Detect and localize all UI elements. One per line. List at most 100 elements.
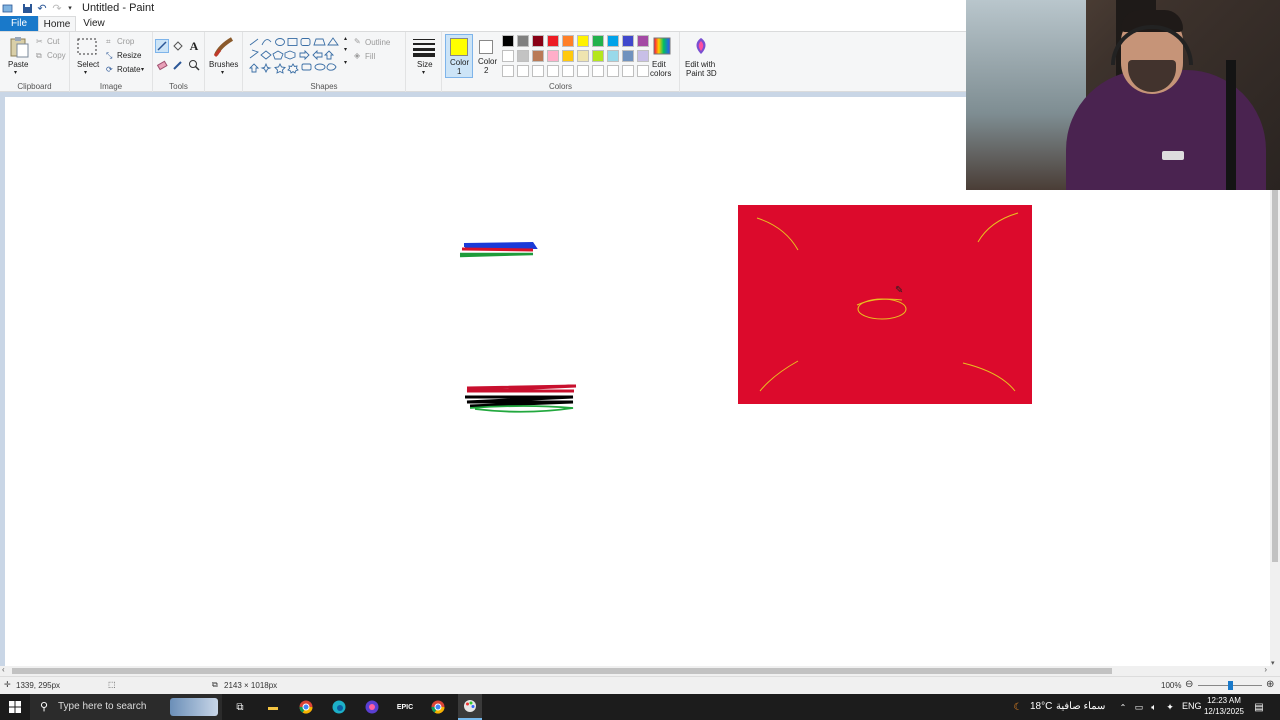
zoom-in-icon[interactable]: ⊕ [1266, 679, 1274, 690]
palette-swatch[interactable] [562, 50, 574, 62]
palette-swatch[interactable] [577, 50, 589, 62]
edit-colors-icon[interactable] [653, 36, 671, 56]
outline-button[interactable]: Outline [365, 38, 390, 47]
fill-button[interactable]: Fill [365, 52, 375, 61]
palette-swatch[interactable] [637, 35, 649, 47]
connectivity-icon[interactable]: ✦ [1161, 698, 1179, 716]
zoom-slider[interactable] [1198, 681, 1262, 690]
custom-color-slot[interactable] [577, 65, 589, 77]
tab-home[interactable]: Home [38, 16, 76, 31]
palette-swatch[interactable] [517, 50, 529, 62]
shapes-scroll-up-icon[interactable]: ▴ [344, 35, 347, 42]
color2-button[interactable]: Color 2 [475, 34, 499, 78]
edit-colors-label-2[interactable]: colors [650, 69, 671, 78]
copy-button[interactable]: Copy [47, 51, 66, 60]
windows-start-icon[interactable] [6, 698, 24, 716]
notifications-icon[interactable]: ▤ [1250, 698, 1268, 716]
horizontal-scroll-thumb[interactable] [12, 668, 1112, 674]
taskbar-search-box[interactable]: ⚲ Type here to search [30, 694, 222, 720]
palette-swatch[interactable] [592, 50, 604, 62]
paint-app-icon[interactable] [0, 1, 14, 15]
app-icon[interactable] [363, 698, 381, 716]
clock-date[interactable]: 12/13/2025 [1203, 707, 1245, 716]
magnifier-icon[interactable] [187, 58, 201, 72]
color-picker-icon[interactable] [171, 58, 185, 72]
horizontal-scrollbar[interactable]: ‹ › [0, 665, 1270, 676]
weather-temperature[interactable]: 18°C [1030, 701, 1052, 712]
paste-dropdown-icon[interactable]: ▾ [14, 69, 17, 76]
custom-color-slot[interactable] [622, 65, 634, 77]
palette-swatch[interactable] [622, 35, 634, 47]
shapes-more-icon[interactable]: ▾ [344, 59, 347, 66]
custom-color-slot[interactable] [547, 65, 559, 77]
custom-color-slot[interactable] [607, 65, 619, 77]
palette-swatch[interactable] [532, 35, 544, 47]
shapes-gallery[interactable] [247, 36, 347, 76]
redo-icon[interactable]: ↷ [50, 1, 64, 15]
paint-taskbar-icon[interactable] [458, 694, 482, 720]
select-icon[interactable] [76, 36, 98, 58]
palette-swatch[interactable] [562, 35, 574, 47]
chrome-icon[interactable] [297, 698, 315, 716]
palette-swatch[interactable] [502, 35, 514, 47]
palette-swatch[interactable] [592, 35, 604, 47]
resize-button[interactable]: Resize [117, 51, 141, 60]
brushes-icon[interactable] [211, 35, 237, 59]
edit-colors-label-1[interactable]: Edit [652, 60, 666, 69]
size-dropdown-icon[interactable]: ▾ [422, 69, 425, 76]
epic-games-icon[interactable]: EPIC [396, 698, 414, 716]
select-dropdown-icon[interactable]: ▾ [84, 69, 87, 76]
palette-swatch[interactable] [637, 50, 649, 62]
brushes-button[interactable]: Brushes [209, 60, 238, 69]
zoom-out-icon[interactable]: ⊖ [1185, 679, 1193, 690]
edit-paint3d-label-2[interactable]: Paint 3D [686, 69, 717, 78]
custom-color-slot[interactable] [532, 65, 544, 77]
rotate-button[interactable]: Rotate [117, 65, 141, 74]
text-tool-icon[interactable]: A [187, 39, 201, 53]
save-icon[interactable] [20, 1, 34, 15]
custom-color-slot[interactable] [562, 65, 574, 77]
tab-view[interactable]: View [78, 16, 110, 31]
brushes-dropdown-icon[interactable]: ▾ [221, 69, 224, 76]
color1-button[interactable]: Color 1 [445, 34, 473, 78]
tab-file[interactable]: File [0, 16, 38, 31]
quick-access-dropdown-icon[interactable]: ▾ [63, 1, 77, 15]
edit-paint3d-label-1[interactable]: Edit with [685, 60, 715, 69]
chrome-profile-icon[interactable] [429, 698, 447, 716]
crop-button[interactable]: Crop [117, 37, 134, 46]
palette-swatch[interactable] [607, 35, 619, 47]
custom-color-slot[interactable] [517, 65, 529, 77]
file-explorer-icon[interactable]: ▬ [264, 698, 282, 716]
weather-condition[interactable]: سماء صافية [1056, 701, 1105, 712]
paint3d-icon[interactable] [692, 36, 710, 56]
palette-swatch[interactable] [622, 50, 634, 62]
size-icon[interactable] [412, 38, 436, 58]
scroll-right-icon[interactable]: › [1264, 665, 1267, 674]
task-view-icon[interactable]: ⧉ [231, 698, 249, 716]
scroll-left-icon[interactable]: ‹ [2, 665, 5, 674]
palette-swatch[interactable] [547, 35, 559, 47]
size-button[interactable]: Size [417, 60, 433, 69]
eraser-icon[interactable] [155, 58, 169, 72]
palette-swatch[interactable] [502, 50, 514, 62]
custom-color-slot[interactable] [637, 65, 649, 77]
palette-swatch[interactable] [577, 35, 589, 47]
custom-color-slot[interactable] [502, 65, 514, 77]
select-button[interactable]: Select [77, 60, 99, 69]
palette-swatch[interactable] [547, 50, 559, 62]
custom-color-slot[interactable] [592, 65, 604, 77]
paste-button[interactable]: Paste [8, 60, 28, 69]
cut-button[interactable]: Cut [47, 37, 59, 46]
undo-icon[interactable]: ↶ [35, 1, 49, 15]
shapes-scroll-down-icon[interactable]: ▾ [344, 46, 347, 53]
palette-swatch[interactable] [517, 35, 529, 47]
edge-icon[interactable] [330, 698, 348, 716]
clock-time[interactable]: 12:23 AM [1205, 696, 1243, 705]
paste-icon[interactable] [6, 35, 32, 59]
pencil-icon[interactable] [155, 39, 169, 53]
fill-bucket-icon[interactable] [171, 39, 185, 53]
palette-swatch[interactable] [532, 50, 544, 62]
palette-swatch[interactable] [607, 50, 619, 62]
rotate-dropdown-icon[interactable]: ▾ [141, 66, 144, 73]
zoom-slider-thumb[interactable] [1228, 681, 1233, 690]
